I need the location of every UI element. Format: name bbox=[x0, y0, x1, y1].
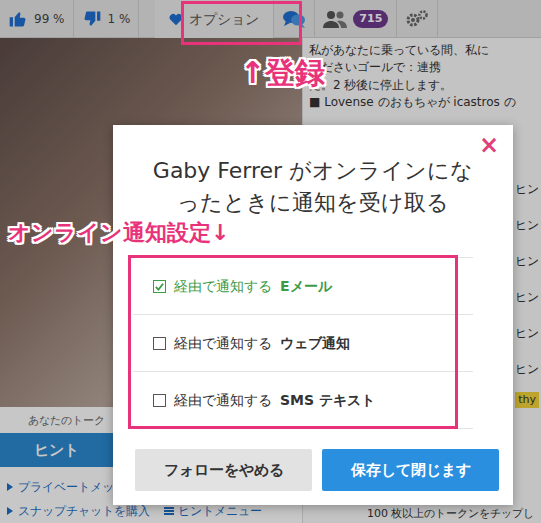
dialog-buttons: フォローをやめる保存して閉じます bbox=[113, 449, 513, 505]
option-method: Eメール bbox=[280, 276, 332, 297]
close-button[interactable]: × bbox=[475, 131, 503, 159]
annotation-label: オンライン通知設定↓ bbox=[8, 216, 229, 249]
notify-option[interactable]: 経由で通知する SMS テキスト bbox=[133, 372, 473, 429]
option-method: ウェブ通知 bbox=[280, 333, 350, 354]
notify-dialog: ×Gaby Ferrer がオンラインになったときに通知を受け取る経由で通知する… bbox=[113, 125, 513, 505]
checkbox[interactable] bbox=[153, 280, 166, 293]
option-prefix: 経由で通知する bbox=[174, 276, 272, 297]
option-method: SMS テキスト bbox=[280, 390, 375, 411]
unfollow-button[interactable]: フォローをやめる bbox=[135, 449, 312, 491]
notify-option[interactable]: 経由で通知する Eメール bbox=[133, 258, 473, 315]
notify-options: 経由で通知するEメール経由で通知するウェブ通知経由で通知するSMS テキスト bbox=[133, 257, 473, 429]
checkbox[interactable] bbox=[153, 337, 166, 350]
dialog-title: Gaby Ferrer がオンラインになったときに通知を受け取る bbox=[113, 125, 513, 219]
notify-option[interactable]: 経由で通知するウェブ通知 bbox=[133, 315, 473, 372]
checkbox[interactable] bbox=[153, 394, 166, 407]
option-prefix: 経由で通知する bbox=[174, 333, 272, 354]
option-prefix: 経由で通知する bbox=[174, 390, 272, 411]
save-button[interactable]: 保存して閉じます bbox=[322, 449, 499, 491]
annotation-label: ↑登録 bbox=[240, 50, 325, 95]
